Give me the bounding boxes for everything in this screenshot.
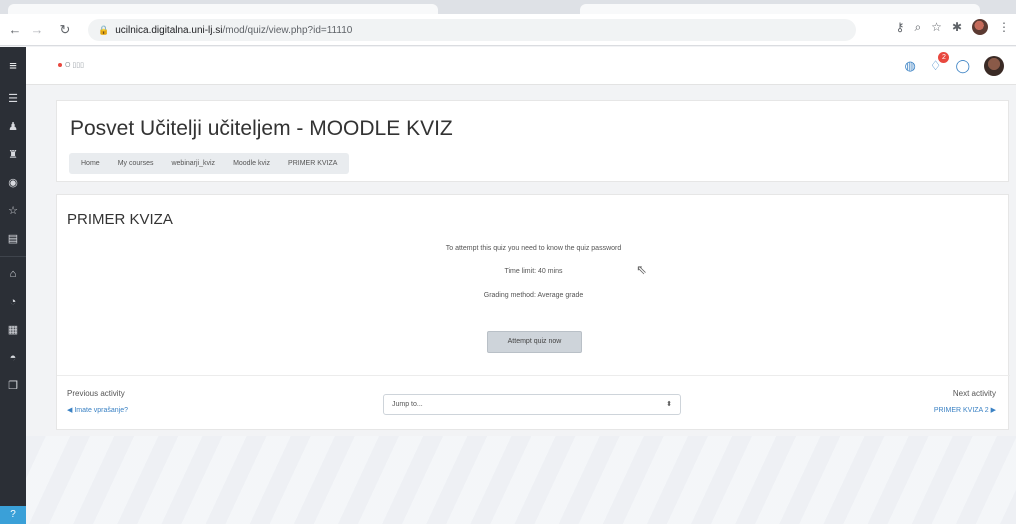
logo-text: O ▯▯▯ bbox=[65, 62, 84, 69]
reload-icon[interactable]: ↻ bbox=[54, 22, 76, 38]
url-host: ucilnica.digitalna.uni-lj.si bbox=[115, 24, 223, 36]
activity-divider bbox=[57, 375, 1010, 376]
zoom-icon[interactable]: ⌕ bbox=[914, 20, 921, 35]
address-bar[interactable]: 🔒 ucilnica.digitalna.uni-lj.si/mod/quiz/… bbox=[88, 19, 856, 41]
user-avatar[interactable] bbox=[984, 56, 1004, 76]
menu-icon[interactable]: ⋮ bbox=[998, 20, 1010, 34]
browser-tabstrip bbox=[0, 0, 1016, 14]
quiz-password-notice: To attempt this quiz you need to know th… bbox=[445, 245, 622, 252]
notification-badge: 2 bbox=[938, 52, 950, 63]
bell-icon[interactable]: ♢ 2 bbox=[930, 52, 950, 74]
previous-activity-link[interactable]: ◀ Imate vprašanje? bbox=[67, 406, 128, 414]
quiz-title: PRIMER KVIZA bbox=[67, 211, 173, 228]
back-icon[interactable]: ← bbox=[4, 22, 26, 37]
mortarboard-icon[interactable]: ◓ bbox=[0, 344, 26, 372]
jump-to-value: Jump to... bbox=[392, 401, 423, 408]
breadcrumb-current[interactable]: PRIMER KVIZA bbox=[288, 160, 337, 167]
previous-activity-label: Previous activity bbox=[67, 389, 125, 398]
competencies-icon[interactable]: ◉ bbox=[0, 169, 26, 197]
breadcrumb-my-courses[interactable]: My courses bbox=[118, 160, 154, 167]
logo-dot bbox=[58, 63, 62, 67]
sidebar-divider bbox=[0, 256, 26, 257]
next-activity-label: Next activity bbox=[952, 389, 996, 398]
select-caret-icon: ⬍ bbox=[666, 401, 672, 408]
jump-to-select[interactable]: Jump to... ⬍ bbox=[383, 394, 681, 415]
calendar-icon[interactable]: ▦ bbox=[0, 316, 26, 344]
globe-icon[interactable]: ◍ bbox=[904, 58, 915, 74]
star-icon[interactable]: ☆ bbox=[931, 20, 942, 34]
page-title: Posvet Učitelji učiteljem - MOODLE KVIZ bbox=[70, 117, 453, 140]
extensions-icon[interactable]: ✱ bbox=[952, 20, 962, 34]
breadcrumb-home[interactable]: Home bbox=[81, 160, 100, 167]
site-logo[interactable]: O ▯▯▯ bbox=[58, 61, 84, 69]
moodle-navbar: ≡ O ▯▯▯ ◍ ♢ 2 ◯ bbox=[0, 47, 1016, 85]
attempt-quiz-button[interactable]: Attempt quiz now bbox=[487, 331, 582, 353]
navbar-actions: ◍ ♢ 2 ◯ bbox=[904, 52, 1004, 76]
browser-toolbar: ← → ↻ 🔒 ucilnica.digitalna.uni-lj.si/mod… bbox=[0, 14, 1016, 46]
grades-icon[interactable]: ☆ bbox=[0, 197, 26, 225]
quiz-grading-method: Grading method: Average grade bbox=[483, 292, 584, 299]
course-icon[interactable]: ▤ bbox=[0, 225, 26, 253]
quiz-time-limit: Time limit: 40 mins bbox=[504, 268, 563, 275]
breadcrumb: Home My courses webinarji_kviz Moodle kv… bbox=[69, 153, 350, 174]
key-icon[interactable]: ⚷ bbox=[896, 20, 905, 34]
browser-tab[interactable] bbox=[8, 4, 438, 14]
badges-icon[interactable]: ♜ bbox=[0, 141, 26, 169]
help-icon[interactable]: ? bbox=[0, 506, 26, 524]
mouse-cursor-icon: ⇖ bbox=[636, 262, 647, 277]
browser-tab[interactable] bbox=[580, 4, 980, 14]
breadcrumb-section[interactable]: Moodle kviz bbox=[233, 160, 270, 167]
breadcrumb-course[interactable]: webinarji_kviz bbox=[171, 160, 215, 167]
lock-icon: 🔒 bbox=[98, 24, 110, 35]
dashboard-icon[interactable]: ◔ bbox=[0, 288, 26, 316]
profile-icon[interactable] bbox=[972, 19, 988, 35]
forward-icon[interactable]: → bbox=[26, 22, 48, 37]
next-activity-link[interactable]: PRIMER KVIZA 2 ▶ bbox=[934, 406, 996, 414]
left-sidebar: ☰ ♟ ♜ ◉ ☆ ▤ ⌂ ◔ ▦ ◓ ❐ ? bbox=[0, 85, 26, 524]
quiz-card: PRIMER KVIZA To attempt this quiz you ne… bbox=[56, 194, 1010, 430]
footer-background bbox=[26, 436, 1016, 524]
browser-actions: ⚷ ⌕ ☆ ✱ ⋮ bbox=[896, 19, 1010, 35]
participants-icon[interactable]: ♟ bbox=[0, 113, 26, 141]
home-icon[interactable]: ⌂ bbox=[0, 260, 26, 288]
url-path: /mod/quiz/view.php?id=11110 bbox=[222, 24, 353, 36]
list-icon[interactable]: ☰ bbox=[0, 85, 26, 113]
hamburger-icon[interactable]: ≡ bbox=[0, 47, 26, 85]
chat-icon[interactable]: ◯ bbox=[955, 58, 970, 74]
files-icon[interactable]: ❐ bbox=[0, 372, 26, 400]
page-header: Posvet Učitelji učiteljem - MOODLE KVIZ … bbox=[56, 100, 1009, 182]
